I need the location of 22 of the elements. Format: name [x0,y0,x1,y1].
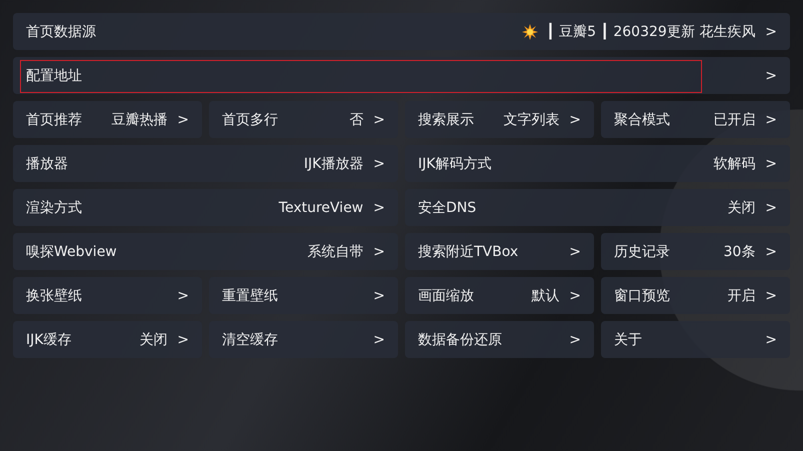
setting-row[interactable]: 配置地址 > [13,57,790,94]
setting-row[interactable]: 清空缓存 > [209,321,398,358]
burst-icon [522,24,538,40]
setting-row[interactable]: 首页数据源 ┃ 豆瓣5 ┃ 260329更新 花生疾风 > [13,13,790,50]
setting-row[interactable]: 嗅探Webview 系统自带 > [13,233,398,270]
setting-row[interactable]: IJK解码方式 软解码 > [405,145,790,182]
setting-row[interactable]: 换张壁纸 > [13,277,202,314]
setting-row[interactable]: 历史记录 30条 > [601,233,790,270]
setting-row[interactable]: 关于 > [601,321,790,358]
setting-row[interactable]: 画面缩放 默认 > [405,277,594,314]
setting-row[interactable]: 搜索展示 文字列表 > [405,101,594,138]
setting-row[interactable]: 安全DNS 关闭 > [405,189,790,226]
setting-row[interactable]: 数据备份还原 > [405,321,594,358]
setting-row[interactable]: 首页多行 否 > [209,101,398,138]
setting-row[interactable]: IJK缓存 关闭 > [13,321,202,358]
setting-row[interactable]: 聚合模式 已开启 > [601,101,790,138]
setting-row[interactable]: 首页推荐 豆瓣热播 > [13,101,202,138]
setting-row[interactable]: 重置壁纸 > [209,277,398,314]
setting-row[interactable]: 渲染方式 TextureView > [13,189,398,226]
setting-row[interactable]: 窗口预览 开启 > [601,277,790,314]
setting-row[interactable]: 搜索附近TVBox > [405,233,594,270]
setting-row[interactable]: 播放器 IJK播放器 > [13,145,398,182]
